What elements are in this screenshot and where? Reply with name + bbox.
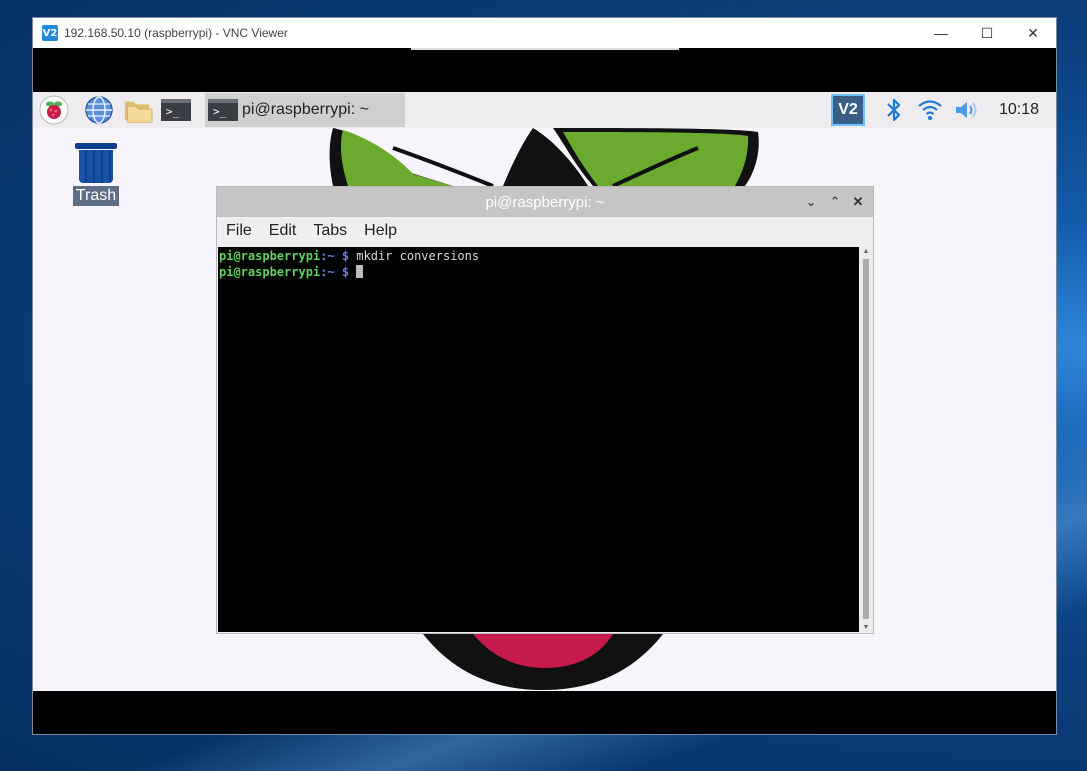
terminal-close-button[interactable]: ✕ <box>848 192 868 212</box>
vnc-logo-icon: V2 <box>42 25 58 41</box>
vnc-server-icon[interactable]: V2 <box>831 94 865 126</box>
vnc-titlebar[interactable]: V2 192.168.50.10 (raspberrypi) - VNC Vie… <box>33 18 1056 48</box>
terminal-maximize-button[interactable]: ⌃ <box>825 192 845 212</box>
terminal-title: pi@raspberrypi: ~ <box>485 194 605 211</box>
terminal-line: pi@raspberrypi:~ $ mkdir conversions <box>219 248 858 264</box>
menu-tabs[interactable]: Tabs <box>313 222 347 240</box>
terminal-menubar: File Edit Tabs Help <box>217 217 873 245</box>
terminal-scrollbar[interactable]: ▲ ▼ <box>860 247 872 632</box>
scroll-down-arrow-icon[interactable]: ▼ <box>860 624 872 631</box>
terminal-window: pi@raspberrypi: ~ ⌄ ⌃ ✕ File Edit Tabs H… <box>216 186 874 634</box>
clock[interactable]: 10:18 <box>999 101 1039 119</box>
scroll-up-arrow-icon[interactable]: ▲ <box>860 248 872 255</box>
prompt-user: pi@raspberrypi <box>219 265 321 279</box>
trash-label: Trash <box>72 186 120 206</box>
raspberry-leaves <box>329 128 759 188</box>
prompt-user: pi@raspberrypi <box>219 249 321 263</box>
terminal-output[interactable]: pi@raspberrypi:~ $ mkdir conversions pi@… <box>218 247 859 632</box>
wifi-icon[interactable] <box>915 95 945 125</box>
volume-icon[interactable] <box>952 95 982 125</box>
taskbar-task-terminal[interactable]: >_ pi@raspberrypi: ~ <box>205 93 405 127</box>
text-cursor <box>356 265 364 278</box>
terminal-titlebar[interactable]: pi@raspberrypi: ~ ⌄ ⌃ ✕ <box>217 187 873 217</box>
vnc-viewer-window: V2 192.168.50.10 (raspberrypi) - VNC Vie… <box>32 17 1057 735</box>
vnc-toolbar-handle[interactable] <box>411 48 679 50</box>
vnc-window-title: 192.168.50.10 (raspberrypi) - VNC Viewer <box>64 26 288 40</box>
terminal-launcher-icon[interactable]: >_ <box>161 95 191 125</box>
taskbar-task-label: pi@raspberrypi: ~ <box>242 101 369 118</box>
minimize-button[interactable]: — <box>918 18 964 48</box>
rpi-taskbar: >_ >_ pi@raspberrypi: ~ V2 10:18 <box>33 92 1056 128</box>
raspberry-berry <box>423 634 663 690</box>
scrollbar-thumb[interactable] <box>863 259 869 619</box>
desktop-trash[interactable]: Trash <box>71 143 121 206</box>
raspberry-pi-desktop: >_ >_ pi@raspberrypi: ~ V2 10:18 Trash p… <box>33 92 1056 691</box>
globe-icon[interactable] <box>84 95 114 125</box>
prompt-path: :~ $ <box>320 249 350 263</box>
trash-icon <box>75 143 117 183</box>
bluetooth-icon[interactable] <box>879 95 909 125</box>
terminal-minimize-button[interactable]: ⌄ <box>801 192 821 212</box>
close-button[interactable]: ✕ <box>1010 18 1056 48</box>
menu-edit[interactable]: Edit <box>269 222 297 240</box>
command-text <box>349 265 356 279</box>
command-text: mkdir conversions <box>349 249 480 263</box>
terminal-icon: >_ <box>208 99 238 121</box>
maximize-button[interactable]: ☐ <box>964 18 1010 48</box>
raspberry-menu-icon[interactable] <box>39 95 69 125</box>
menu-file[interactable]: File <box>226 222 252 240</box>
prompt-path: :~ $ <box>320 265 350 279</box>
terminal-line: pi@raspberrypi:~ $ <box>219 264 858 280</box>
menu-help[interactable]: Help <box>364 222 397 240</box>
folder-icon[interactable] <box>123 95 153 125</box>
